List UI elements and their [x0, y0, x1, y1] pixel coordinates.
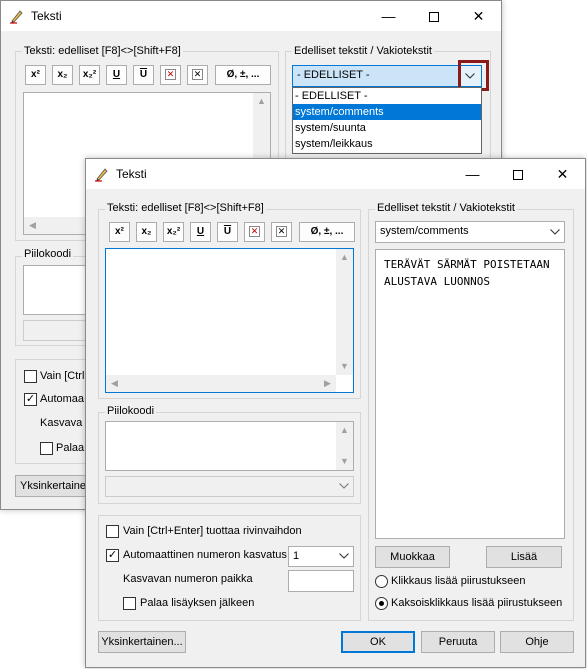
- dropdown-item[interactable]: - EDELLISET -: [293, 88, 481, 104]
- radio-dot-icon: [379, 601, 384, 606]
- back-window-title: Teksti: [31, 9, 62, 23]
- front-format-toolbar: x² x₂ x₂² U U ✕ ✕ Ø, ±, ...: [109, 222, 355, 242]
- auto-numbering-label: Automaattinen numeron kasvatus: [123, 549, 287, 561]
- category-combo[interactable]: system/comments: [375, 221, 565, 243]
- preset-text-list[interactable]: TERÄVÄT SÄRMÄT POISTETAAN ALUSTAVA LUONN…: [375, 249, 565, 539]
- scroll-down-icon[interactable]: ▼: [336, 358, 353, 375]
- auto-numbering-checkbox[interactable]: ✓: [106, 549, 119, 562]
- scroll-up-icon[interactable]: ▲: [253, 93, 270, 110]
- chevron-down-icon: [335, 477, 353, 496]
- back-only-ctrl-enter-label: Vain [Ctrl: [40, 370, 85, 382]
- scroll-up-icon[interactable]: ▲: [336, 422, 353, 439]
- back-prev-group-label: Edelliset tekstit / Vakiotekstit: [292, 45, 434, 57]
- back-text-group-label: Teksti: edelliset [F8]<>[Shift+F8]: [22, 45, 183, 57]
- back-underline-button[interactable]: U: [106, 65, 127, 85]
- piilokoodi-combo: [105, 476, 354, 497]
- back-superscript-button[interactable]: x²: [25, 65, 46, 85]
- back-piilokoodi-label: Piilokoodi: [22, 248, 74, 260]
- piilokoodi-label: Piilokoodi: [105, 405, 157, 417]
- scroll-right-icon[interactable]: ▶: [319, 375, 336, 392]
- back-increment-pos-label: Kasvava: [40, 417, 83, 429]
- chevron-down-icon[interactable]: [546, 222, 564, 241]
- back-simplified-button[interactable]: Yksinkertaine: [15, 475, 87, 497]
- piilokoodi-vscroll[interactable]: ▲ ▼: [336, 422, 353, 470]
- preset-text-item[interactable]: TERÄVÄT SÄRMÄT POISTETAAN: [384, 256, 564, 273]
- back-supsub-button[interactable]: x₂²: [79, 65, 100, 85]
- return-label: Palaa lisäyksen jälkeen: [140, 597, 255, 609]
- front-title-bar[interactable]: Teksti — ✕: [86, 159, 585, 189]
- back-title-bar[interactable]: Teksti — ✕: [1, 1, 501, 31]
- delete-button[interactable]: ✕: [271, 222, 292, 242]
- scroll-left-icon[interactable]: ◀: [24, 217, 41, 234]
- pencil-icon: [94, 166, 110, 182]
- add-button[interactable]: Lisää: [486, 546, 562, 568]
- back-format-toolbar: x² x₂ x₂² U U ✕ ✕ Ø, ±, ...: [25, 65, 271, 85]
- black-x-icon: ✕: [276, 226, 287, 237]
- back-auto-numbering-checkbox[interactable]: ✓: [24, 393, 37, 406]
- front-close-icon[interactable]: ✕: [540, 159, 585, 189]
- preset-text-item[interactable]: ALUSTAVA LUONNOS: [384, 273, 564, 290]
- return-checkbox[interactable]: [123, 597, 136, 610]
- main-text-area[interactable]: ▲ ▼ ◀ ▶: [105, 248, 354, 393]
- back-maximize-icon[interactable]: [411, 1, 456, 31]
- special-chars-button[interactable]: Ø, ±, ...: [299, 222, 355, 242]
- scroll-left-icon[interactable]: ◀: [106, 375, 123, 392]
- back-subscript-button[interactable]: x₂: [52, 65, 73, 85]
- help-button[interactable]: Ohje: [500, 631, 574, 653]
- back-close-icon[interactable]: ✕: [456, 1, 501, 31]
- scroll-up-icon[interactable]: ▲: [336, 249, 353, 266]
- back-piilokoodi-field[interactable]: [23, 265, 87, 315]
- back-only-ctrl-enter-checkbox[interactable]: [24, 370, 37, 383]
- auto-numbering-combo[interactable]: 1: [288, 546, 354, 567]
- black-x-icon: ✕: [192, 69, 203, 80]
- back-category-combo[interactable]: - EDELLISET -: [292, 65, 482, 87]
- increment-pos-field[interactable]: [288, 570, 354, 592]
- chevron-down-icon[interactable]: [335, 547, 353, 566]
- back-category-dropdown-list[interactable]: - EDELLISET - system/comments system/suu…: [292, 87, 482, 154]
- double-click-adds-label: Kaksoisklikkaus lisää piirustukseen: [391, 597, 563, 609]
- supsub-button[interactable]: x₂²: [163, 222, 184, 242]
- pencil-icon: [9, 8, 25, 24]
- dropdown-item-selected[interactable]: system/comments: [293, 104, 481, 120]
- main-text-hscroll[interactable]: ◀ ▶: [106, 375, 336, 392]
- front-window-title: Teksti: [116, 167, 147, 181]
- back-special-chars-button[interactable]: Ø, ±, ...: [215, 65, 271, 85]
- front-text-group-label: Teksti: edelliset [F8]<>[Shift+F8]: [105, 202, 266, 214]
- back-clear-format-button[interactable]: ✕: [160, 65, 181, 85]
- back-delete-button[interactable]: ✕: [187, 65, 208, 85]
- back-overline-button[interactable]: U: [133, 65, 154, 85]
- prev-texts-group-label: Edelliset tekstit / Vakiotekstit: [375, 202, 517, 214]
- click-adds-label: Klikkaus lisää piirustukseen: [391, 575, 526, 587]
- ok-button[interactable]: OK: [341, 631, 415, 653]
- clear-format-button[interactable]: ✕: [244, 222, 265, 242]
- click-adds-radio[interactable]: [375, 575, 388, 588]
- scroll-down-icon[interactable]: ▼: [336, 453, 353, 470]
- main-text-vscroll[interactable]: ▲ ▼: [336, 249, 353, 375]
- underline-button[interactable]: U: [190, 222, 211, 242]
- red-x-icon: ✕: [249, 226, 260, 237]
- only-ctrl-enter-label: Vain [Ctrl+Enter] tuottaa rivinvaihdon: [123, 525, 302, 537]
- double-click-adds-radio[interactable]: [375, 597, 388, 610]
- back-minimize-icon[interactable]: —: [366, 1, 411, 31]
- front-dialog-window: Teksti — ✕ Teksti: edelliset [F8]<>[Shif…: [85, 158, 586, 668]
- dropdown-item[interactable]: system/suunta: [293, 120, 481, 136]
- overline-button[interactable]: U: [217, 222, 238, 242]
- piilokoodi-field[interactable]: ▲ ▼: [105, 421, 354, 471]
- dropdown-item[interactable]: system/leikkaus: [293, 136, 481, 152]
- back-return-checkbox[interactable]: [40, 442, 53, 455]
- back-piilokoodi-combo: [23, 320, 87, 341]
- red-x-icon: ✕: [165, 69, 176, 80]
- front-maximize-icon[interactable]: [495, 159, 540, 189]
- cancel-button[interactable]: Peruuta: [421, 631, 495, 653]
- only-ctrl-enter-checkbox[interactable]: [106, 525, 119, 538]
- subscript-button[interactable]: x₂: [136, 222, 157, 242]
- increment-pos-label: Kasvavan numeron paikka: [123, 573, 253, 585]
- back-auto-numbering-label: Automaa: [40, 393, 85, 405]
- edit-button[interactable]: Muokkaa: [375, 546, 450, 568]
- back-return-label: Palaa: [56, 442, 85, 454]
- front-minimize-icon[interactable]: —: [450, 159, 495, 189]
- simplified-button[interactable]: Yksinkertainen...: [98, 631, 186, 653]
- superscript-button[interactable]: x²: [109, 222, 130, 242]
